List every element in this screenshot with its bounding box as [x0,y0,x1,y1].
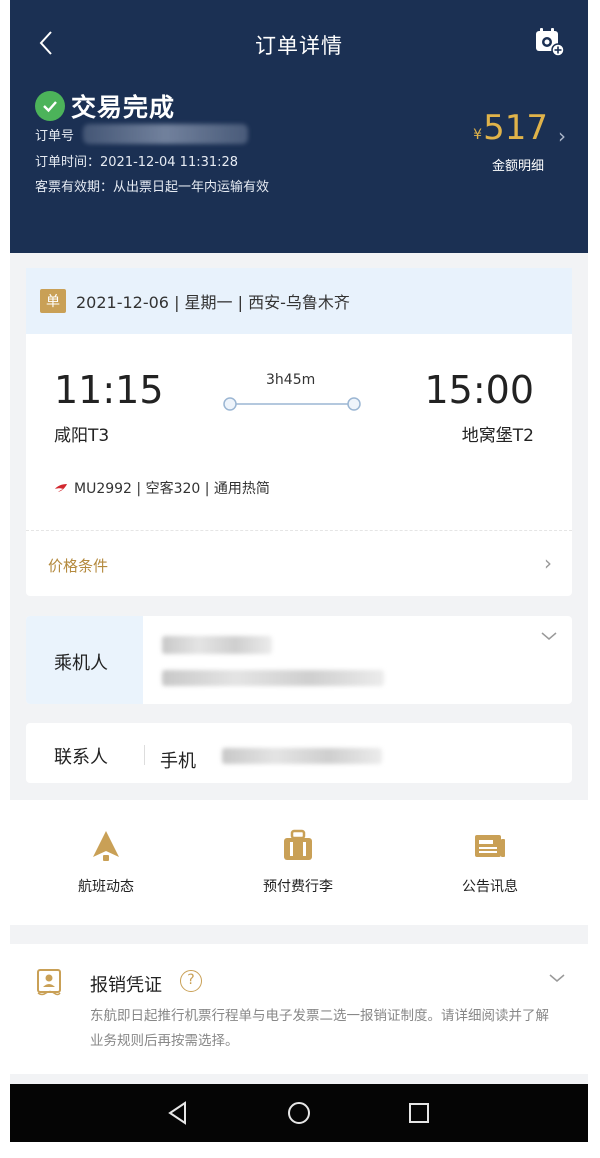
arrival-time: 15:00 [424,368,534,412]
passenger-name-redacted [162,636,272,654]
chevron-right-icon[interactable]: › [558,124,566,148]
order-number-label: 订单号 [35,129,75,144]
arrival-airport: 地窝堡T2 [461,426,534,446]
reimbursement-section[interactable]: 报销凭证 ? 东航即日起推行机票行程单与电子发票二选一报销证制度。请详细阅读并了… [10,944,588,1074]
system-nav-bar [10,1084,588,1142]
nav-home-icon[interactable] [286,1100,312,1126]
service-label: 公告讯息 [462,879,518,895]
divider [144,745,145,765]
nav-back-icon[interactable] [165,1100,191,1126]
contact-label: 联系人 [54,747,108,768]
passenger-section[interactable]: 乘机人 [26,616,572,704]
currency-symbol: ¥ [473,127,483,143]
notice-button[interactable]: 公告讯息 [430,828,550,896]
chevron-down-icon[interactable] [540,630,558,642]
reimbursement-description: 东航即日起推行机票行程单与电子发票二选一报销证制度。请详细阅读并了解业务规则后再… [90,1008,549,1049]
flight-info: MU2992 | 空客320 | 通用热简 [54,478,270,498]
baggage-icon [284,829,312,860]
flight-status-icon [93,831,119,861]
route-text: 2021-12-06 | 星期一 | 西安-乌鲁木齐 [76,293,350,312]
ticket-validity: 客票有效期：从出票日起一年内运输有效 [35,180,270,195]
nav-recents-icon[interactable] [406,1100,432,1126]
help-icon[interactable]: ? [180,970,202,992]
contact-phone-label: 手机 [160,751,196,772]
reimbursement-title: 报销凭证 [90,975,162,996]
flight-duration: 3h45m [266,372,316,388]
passenger-label: 乘机人 [54,653,108,674]
airline-logo-icon [54,479,68,497]
receipt-icon [37,969,61,996]
price-value: 517 [483,108,548,148]
notice-icon [475,835,505,857]
total-price[interactable]: ¥517 [473,108,548,148]
passenger-id-redacted [162,670,384,686]
calendar-add-icon[interactable] [534,26,566,58]
divider [26,530,572,531]
duration-line-icon [223,397,361,411]
contact-phone-redacted [222,748,382,764]
departure-airport: 咸阳T3 [54,426,110,446]
order-header: 订单详情 交易完成 订单号 订单时间：2021-12-04 11:31:28 客… [10,0,588,253]
service-label: 预付费行李 [263,879,333,895]
chevron-down-icon[interactable] [548,972,566,984]
check-icon [35,91,65,121]
services-row: 航班动态 预付费行李 公告讯息 [10,800,588,925]
one-way-tag: 单 [40,289,66,313]
order-number-redacted [83,124,248,144]
price-conditions-link[interactable]: 价格条件 [48,555,108,576]
departure-time: 11:15 [54,368,164,412]
flight-card: 单 2021-12-06 | 星期一 | 西安-乌鲁木齐 11:15 咸阳T3 … [26,268,572,596]
price-detail-link[interactable]: 金额明细 [492,155,544,174]
flight-status-button[interactable]: 航班动态 [46,828,166,896]
contact-section: 联系人 手机 [26,723,572,783]
service-label: 航班动态 [78,879,134,895]
order-time: 订单时间：2021-12-04 11:31:28 [35,155,239,170]
app-screen: 订单详情 交易完成 订单号 订单时间：2021-12-04 11:31:28 客… [10,0,588,1142]
route-bar: 单 2021-12-06 | 星期一 | 西安-乌鲁木齐 [26,268,572,334]
prepaid-baggage-button[interactable]: 预付费行李 [238,828,358,896]
flight-info-text: MU2992 | 空客320 | 通用热简 [74,481,270,497]
order-status: 交易完成 [35,88,175,124]
chevron-right-icon[interactable]: › [544,551,552,575]
status-text: 交易完成 [71,93,176,122]
page-title: 订单详情 [255,34,343,58]
